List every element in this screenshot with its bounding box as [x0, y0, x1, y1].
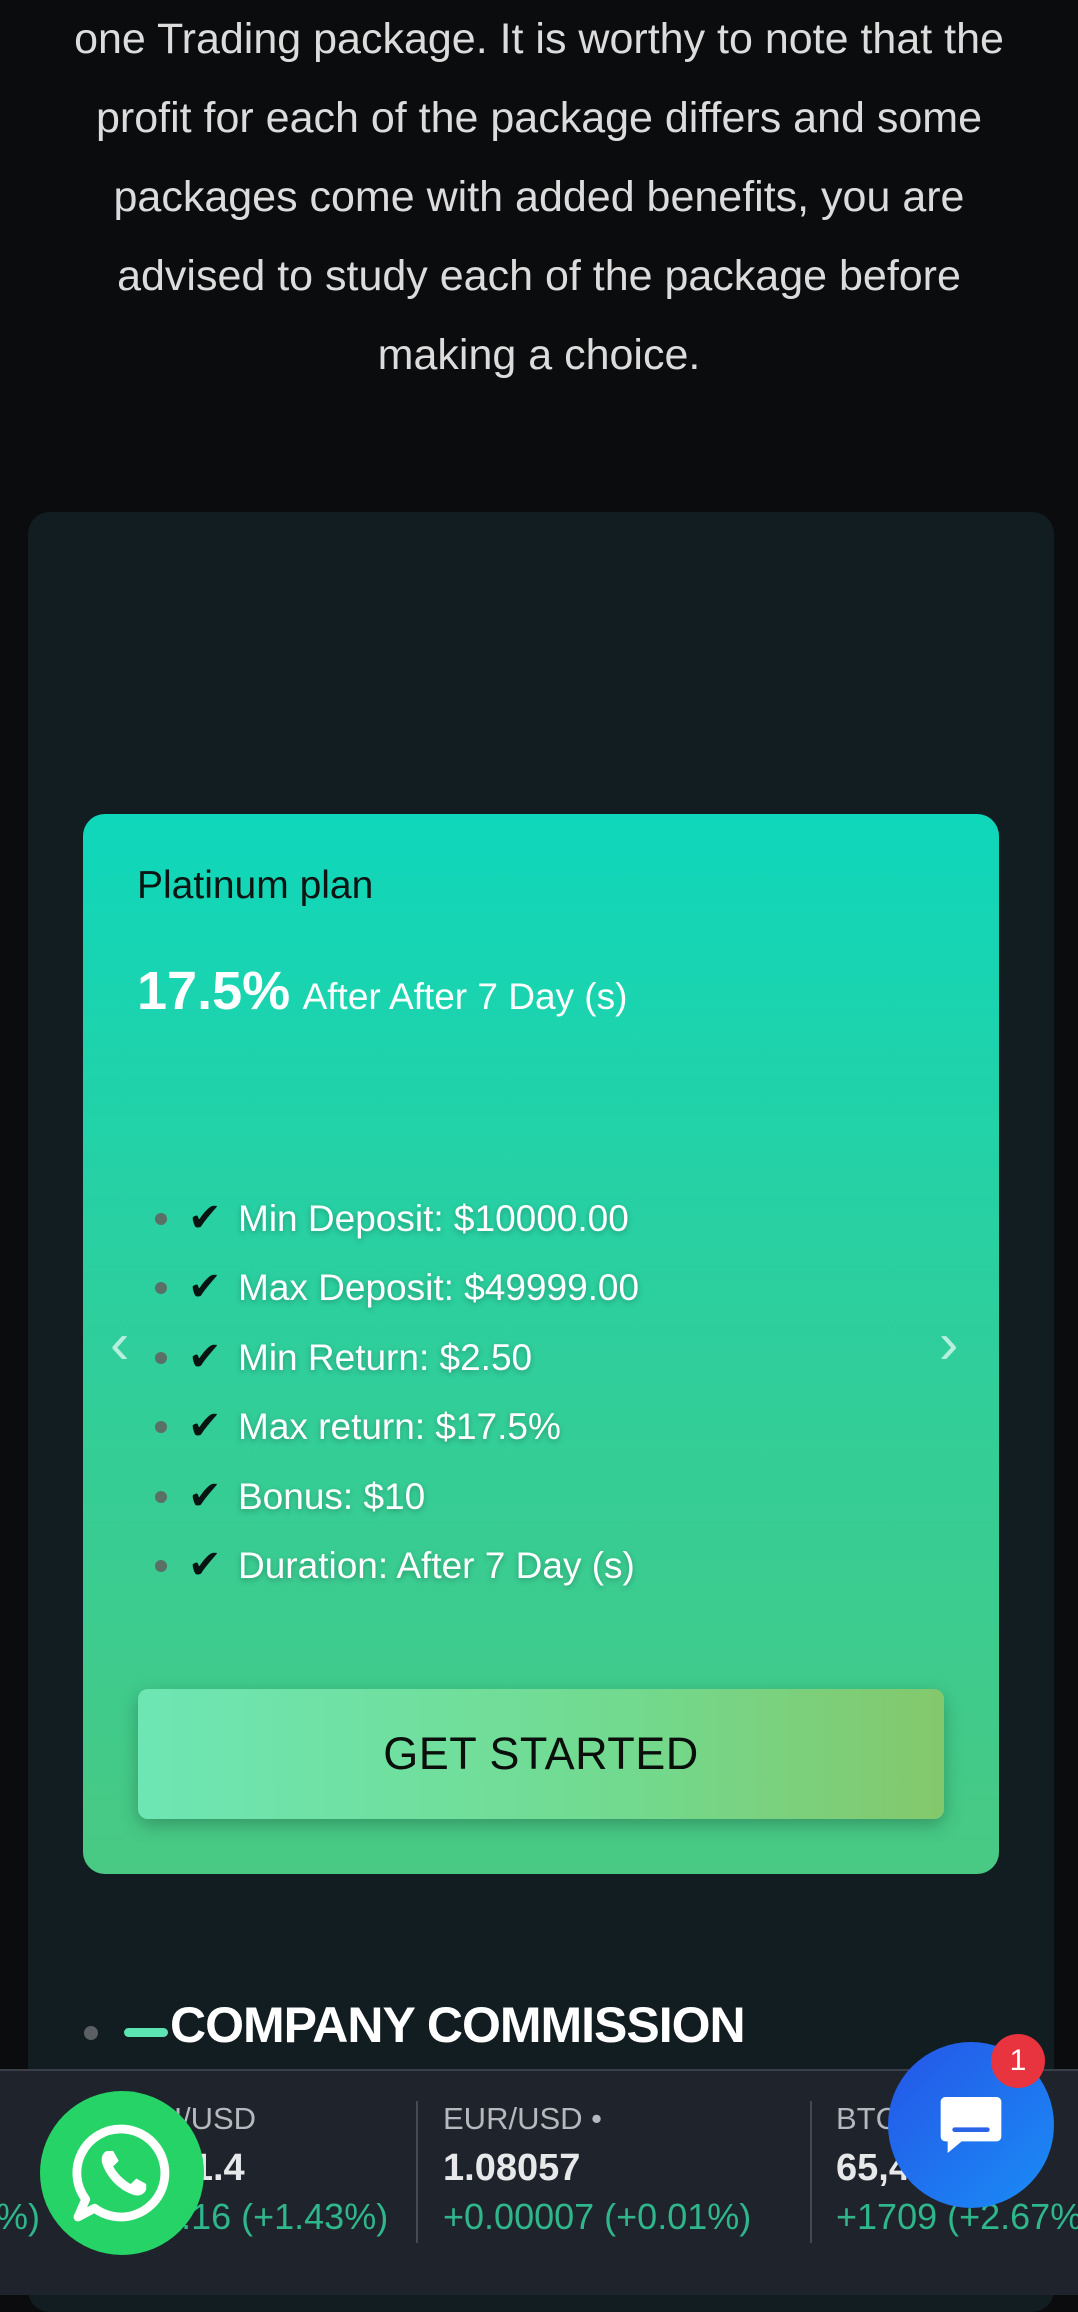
plan-rate: 17.5% After After 7 Day (s): [137, 960, 627, 1022]
whatsapp-button[interactable]: [40, 2091, 204, 2255]
check-icon: ✔: [188, 1334, 222, 1379]
feature-item: ✔ Duration: After 7 Day (s): [155, 1531, 639, 1600]
bullet-dot: [155, 1490, 167, 1503]
plan-rate-value: 17.5%: [137, 961, 291, 1021]
bullet-dot: [155, 1282, 167, 1295]
check-icon: ✔: [188, 1473, 222, 1518]
heading-accent-bar: [124, 2028, 168, 2037]
intro-line: one Trading package. It is worthy to not…: [74, 15, 1004, 63]
intro-line: packages come with added benefits, you a…: [113, 173, 965, 221]
feature-item: ✔ Min Return: $2.50: [155, 1323, 639, 1392]
ticker-item-partial: . . %): [0, 2101, 40, 2251]
check-icon: ✔: [188, 1196, 222, 1240]
feature-item: ✔ Bonus: $10: [155, 1462, 639, 1531]
ticker-change: %): [0, 2196, 40, 2237]
plan-rate-label: After After 7 Day (s): [302, 976, 628, 1017]
feature-text: Duration: After 7 Day (s): [238, 1544, 635, 1586]
intro-line: making a choice.: [377, 331, 701, 379]
feature-text: Min Return: $2.50: [238, 1336, 533, 1378]
ticker-price: 1.08057: [443, 2147, 581, 2189]
bullet-dot: [84, 2026, 98, 2040]
get-started-button[interactable]: GET STARTED: [138, 1689, 944, 1819]
feature-text: Bonus: $10: [238, 1475, 426, 1517]
feature-text: Max Deposit: $49999.00: [238, 1267, 640, 1309]
carousel-prev-arrow-icon[interactable]: ‹: [110, 1314, 140, 1374]
whatsapp-icon: [72, 2124, 170, 2222]
bullet-dot: [155, 1213, 167, 1225]
check-icon: ✔: [188, 1542, 222, 1587]
check-icon: ✔: [188, 1265, 222, 1310]
feature-item: ✔ Min Deposit: $10000.00: [155, 1184, 639, 1253]
intro-line: advised to study each of the package bef…: [117, 252, 961, 300]
bullet-dot: [155, 1421, 167, 1434]
carousel-next-arrow-icon[interactable]: ›: [939, 1314, 969, 1374]
feature-text: Max return: $17.5%: [238, 1406, 561, 1448]
ticker-divider: [810, 2101, 812, 2243]
ticker-item[interactable]: EUR/USD • 1.08057 +0.00007 (+0.01%): [443, 2101, 751, 2251]
check-icon: ✔: [188, 1404, 222, 1449]
bullet-dot: [155, 1351, 167, 1364]
ticker-divider: [416, 2101, 418, 2243]
feature-text: Min Deposit: $10000.00: [238, 1198, 629, 1239]
intro-paragraph: one Trading package. It is worthy to not…: [30, 0, 1048, 395]
ticker-symbol: EUR/USD •: [443, 2101, 602, 2136]
feature-item: ✔ Max return: $17.5%: [155, 1392, 639, 1461]
plan-features-list: ✔ Min Deposit: $10000.00 ✔ Max Deposit: …: [155, 1184, 640, 1600]
plan-card: Platinum plan 17.5% After After 7 Day (s…: [83, 814, 999, 1874]
intro-line: profit for each of the package differs a…: [95, 94, 982, 142]
bullet-dot: [155, 1559, 167, 1572]
chat-notification-badge: 1: [991, 2034, 1045, 2088]
chat-bubble-icon: [940, 2097, 1002, 2153]
ticker-change: +0.00007 (+0.01%): [443, 2196, 752, 2237]
plan-name: Platinum plan: [137, 864, 374, 907]
section-title: COMPANY COMMISSION: [170, 1997, 746, 2053]
feature-item: ✔ Max Deposit: $49999.00: [155, 1253, 640, 1322]
